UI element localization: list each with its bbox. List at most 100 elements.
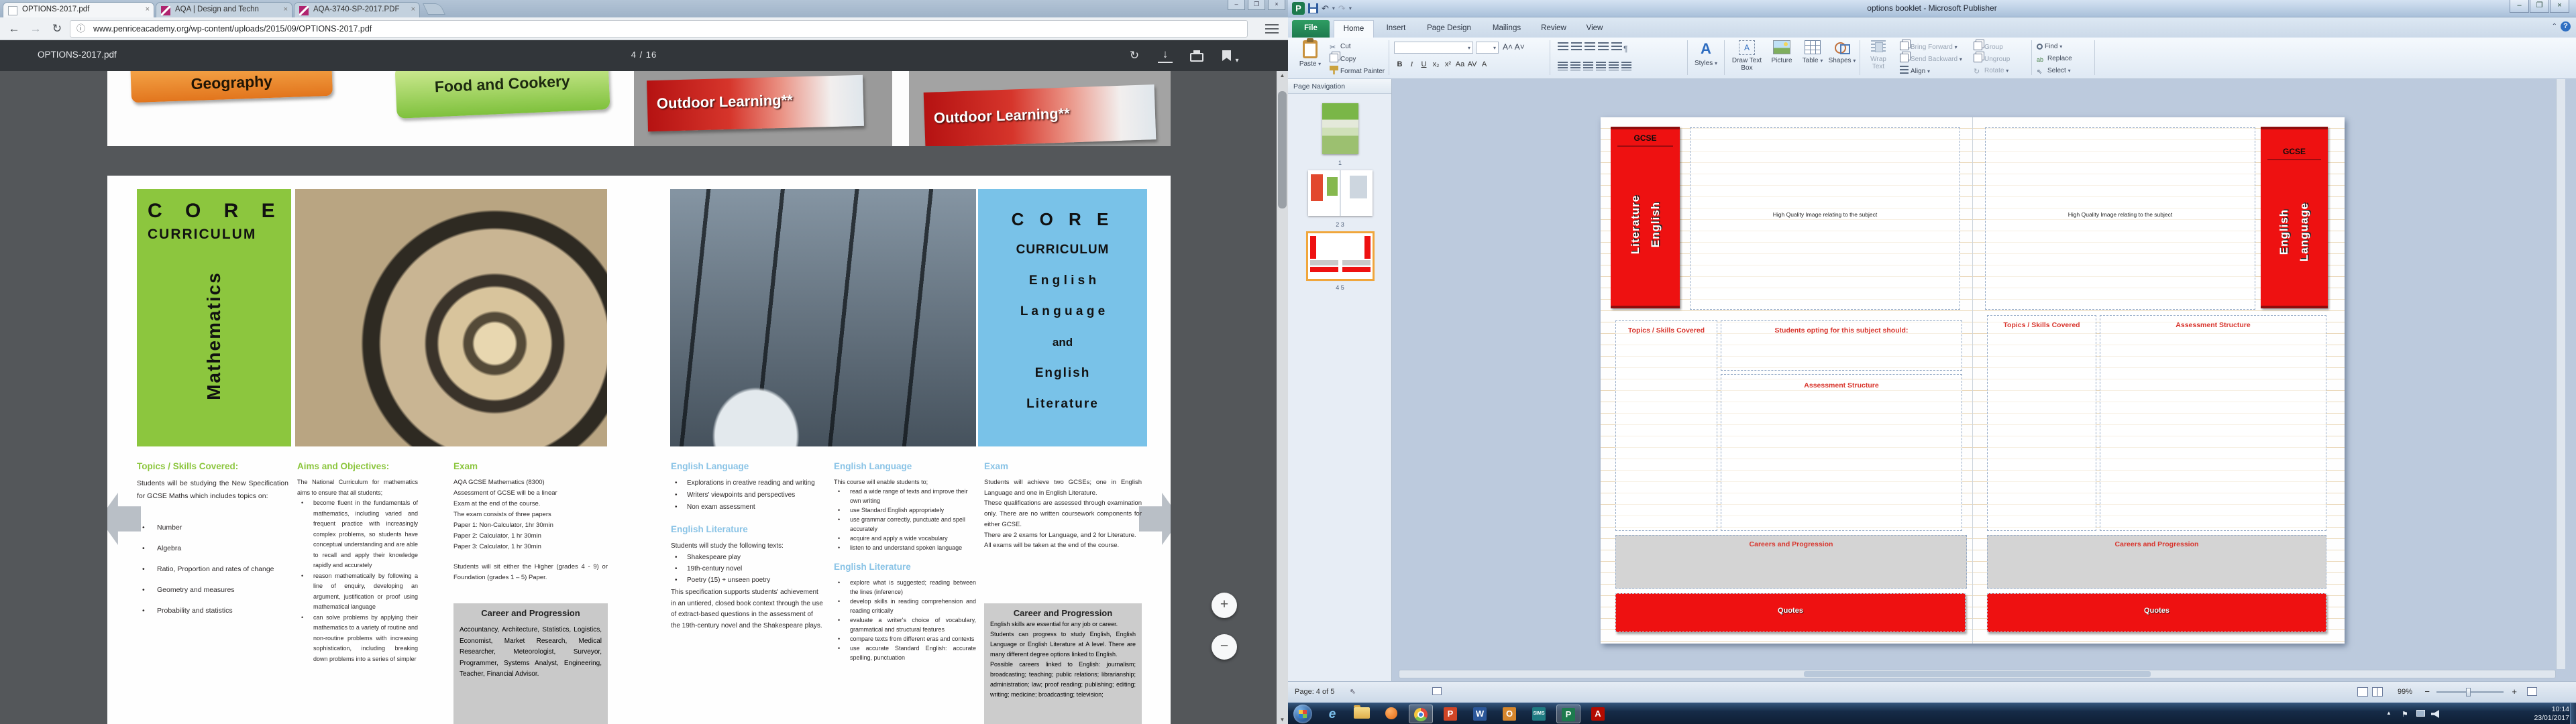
close-button[interactable]: × [2550, 0, 2569, 13]
horizontal-scrollbar[interactable] [1399, 670, 2556, 678]
zoom-out-icon[interactable]: − [2424, 686, 2430, 697]
group-button[interactable]: Group [1974, 42, 2003, 52]
rotate-button[interactable]: ↻Rotate ▾ [1974, 66, 2008, 76]
tab-mailings[interactable]: Mailings [1484, 20, 1529, 38]
reload-icon[interactable]: ↻ [48, 20, 66, 38]
taskbar-publisher[interactable]: P [1556, 705, 1580, 723]
format-painter-button[interactable]: Format Painter [1330, 66, 1385, 76]
restore-button[interactable]: ❐ [1248, 0, 1265, 10]
thumbnail-image[interactable] [1308, 233, 1373, 279]
gcse-language-box[interactable]: GCSE English Language [2261, 127, 2328, 308]
print-icon[interactable] [1190, 53, 1203, 62]
pdf-page-indicator[interactable]: 4 / 16 [0, 50, 1288, 60]
align-button[interactable]: Align ▾ [1900, 66, 1930, 76]
taskbar-explorer[interactable] [1350, 705, 1374, 723]
cut-button[interactable]: ✂Cut [1330, 42, 1351, 52]
show-desktop-button[interactable] [2570, 703, 2576, 724]
assessment-structure-box-left[interactable]: Assessment Structure [1721, 374, 1962, 531]
tab-aqa-spec[interactable]: AQA-3740-SP-2017.PDF × [294, 2, 420, 17]
vertical-scrollbar[interactable] [2556, 79, 2565, 669]
thumbnail-image[interactable] [1308, 170, 1373, 216]
tab-aqa-design[interactable]: AQA | Design and Techn × [156, 2, 292, 17]
browser-menu-icon[interactable] [1265, 24, 1279, 34]
url-bar[interactable]: ⓘ www.penriceacademy.org/wp-content/uplo… [70, 20, 1248, 38]
copy-button[interactable]: Copy [1330, 54, 1356, 64]
styles-button[interactable]: A Styles ▾ [1690, 40, 1721, 67]
volume-icon[interactable] [2431, 710, 2439, 718]
gcse-literature-box[interactable]: GCSE Literature English [1611, 127, 1680, 308]
scrollbar-thumb[interactable] [1278, 91, 1287, 208]
action-center-flag-icon[interactable]: ⚑ [2402, 710, 2408, 719]
paste-button[interactable]: Paste ▾ [1295, 40, 1326, 68]
wrap-text-button[interactable]: Wrap Text [1864, 40, 1893, 70]
tab-view[interactable]: View [1578, 20, 1611, 38]
font-size-combobox[interactable]: ▾ [1476, 42, 1499, 54]
assessment-structure-box-right[interactable]: Assessment Structure [2100, 315, 2326, 531]
scroll-up-icon[interactable]: ▲ [1277, 72, 1288, 78]
new-tab-button[interactable] [423, 3, 445, 15]
tab-options-pdf[interactable]: OPTIONS-2017.pdf × [3, 2, 154, 17]
taskbar-outlook[interactable]: O [1497, 705, 1521, 723]
careers-progression-box-left[interactable]: Careers and Progression [1615, 535, 1967, 589]
zoom-slider[interactable] [2436, 691, 2504, 693]
tab-review[interactable]: Review [1534, 20, 1574, 38]
bookmark-dropdown-icon[interactable]: ▾ [1233, 52, 1241, 70]
topics-skills-box-right[interactable]: Topics / Skills Covered [1987, 315, 2096, 531]
font-name-combobox[interactable]: ▾ [1394, 42, 1473, 54]
image-placeholder-right[interactable]: High Quality Image relating to the subje… [1985, 127, 2255, 310]
taskbar-chrome[interactable] [1409, 705, 1433, 723]
zoom-percent[interactable]: 99% [2398, 688, 2412, 696]
fit-page-icon[interactable] [2527, 687, 2537, 696]
tab-insert[interactable]: Insert [1378, 20, 1414, 38]
taskbar-adobe[interactable]: A [1586, 705, 1610, 723]
quotes-box-right[interactable]: Quotes [1987, 593, 2326, 632]
close-tab-icon[interactable]: × [284, 5, 288, 13]
page-thumbnail-2-3[interactable]: 2 3 [1288, 170, 1392, 228]
page-navigation-header[interactable]: Page Navigation [1288, 79, 1391, 94]
list-buttons[interactable]: ¶ [1556, 42, 1627, 52]
pdf-zoom-out-button[interactable]: − [1212, 634, 1237, 660]
two-page-view-icon[interactable] [2372, 687, 2383, 697]
font-format-buttons[interactable]: BIUx₂x²AaAVA [1394, 59, 1491, 70]
taskbar-word[interactable]: W [1468, 705, 1492, 723]
grow-shrink-font-buttons[interactable]: A˄ A˅ [1503, 42, 1525, 52]
table-button[interactable]: Table ▾ [1798, 40, 1827, 64]
thumbnail-image[interactable] [1322, 103, 1358, 154]
replace-button[interactable]: abReplace [2037, 54, 2072, 64]
back-icon[interactable]: ← [5, 20, 23, 38]
scrollbar-thumb[interactable] [1804, 671, 2151, 677]
download-icon[interactable]: ↓ [1158, 48, 1173, 63]
tab-page-design[interactable]: Page Design [1418, 20, 1480, 38]
bring-forward-button[interactable]: Bring Forward ▾ [1900, 42, 1957, 52]
taskbar-ie[interactable]: e [1320, 705, 1344, 723]
tab-home[interactable]: Home [1334, 20, 1374, 38]
align-buttons[interactable] [1556, 60, 1633, 71]
ribbon-collapse-icon[interactable]: ⌃ [2552, 23, 2557, 30]
page-thumbnail-1[interactable]: 1 [1288, 103, 1392, 166]
quotes-box-left[interactable]: Quotes [1615, 593, 1966, 632]
hidden-icons-arrow[interactable]: ▲ [2386, 710, 2392, 716]
close-tab-icon[interactable]: × [411, 5, 415, 13]
select-button[interactable]: ⇖Select ▾ [2037, 66, 2071, 76]
tab-file[interactable]: File [1292, 20, 1330, 38]
image-placeholder-left[interactable]: High Quality Image relating to the subje… [1690, 127, 1960, 310]
taskbar-sims[interactable]: SIMS [1527, 705, 1551, 723]
help-icon[interactable]: ? [2561, 21, 2571, 32]
single-page-view-icon[interactable] [2357, 687, 2368, 697]
scroll-down-icon[interactable]: ▼ [1277, 717, 1288, 723]
restore-button[interactable]: ❐ [2530, 0, 2549, 13]
page-info-icon[interactable]: ⓘ [76, 21, 85, 37]
taskbar-media-app[interactable] [1379, 705, 1403, 723]
draw-text-box-button[interactable]: ADraw Text Box [1728, 40, 1766, 72]
shapes-button[interactable]: Shapes ▾ [1827, 40, 1857, 64]
forward-icon[interactable]: → [27, 20, 44, 38]
page-count-status[interactable]: Page: 4 of 5 [1295, 688, 1334, 696]
students-opting-box[interactable]: Students opting for this subject should: [1721, 320, 1962, 371]
rotate-icon[interactable]: ↻ [1124, 46, 1144, 65]
minimize-button[interactable]: – [2510, 0, 2529, 13]
topics-skills-box-left[interactable]: Topics / Skills Covered [1615, 320, 1717, 531]
taskbar-clock[interactable]: 10:14 23/01/2017 [2534, 705, 2569, 723]
picture-button[interactable]: Picture [1767, 40, 1796, 64]
start-button[interactable] [1293, 705, 1312, 723]
close-tab-icon[interactable]: × [146, 5, 150, 13]
